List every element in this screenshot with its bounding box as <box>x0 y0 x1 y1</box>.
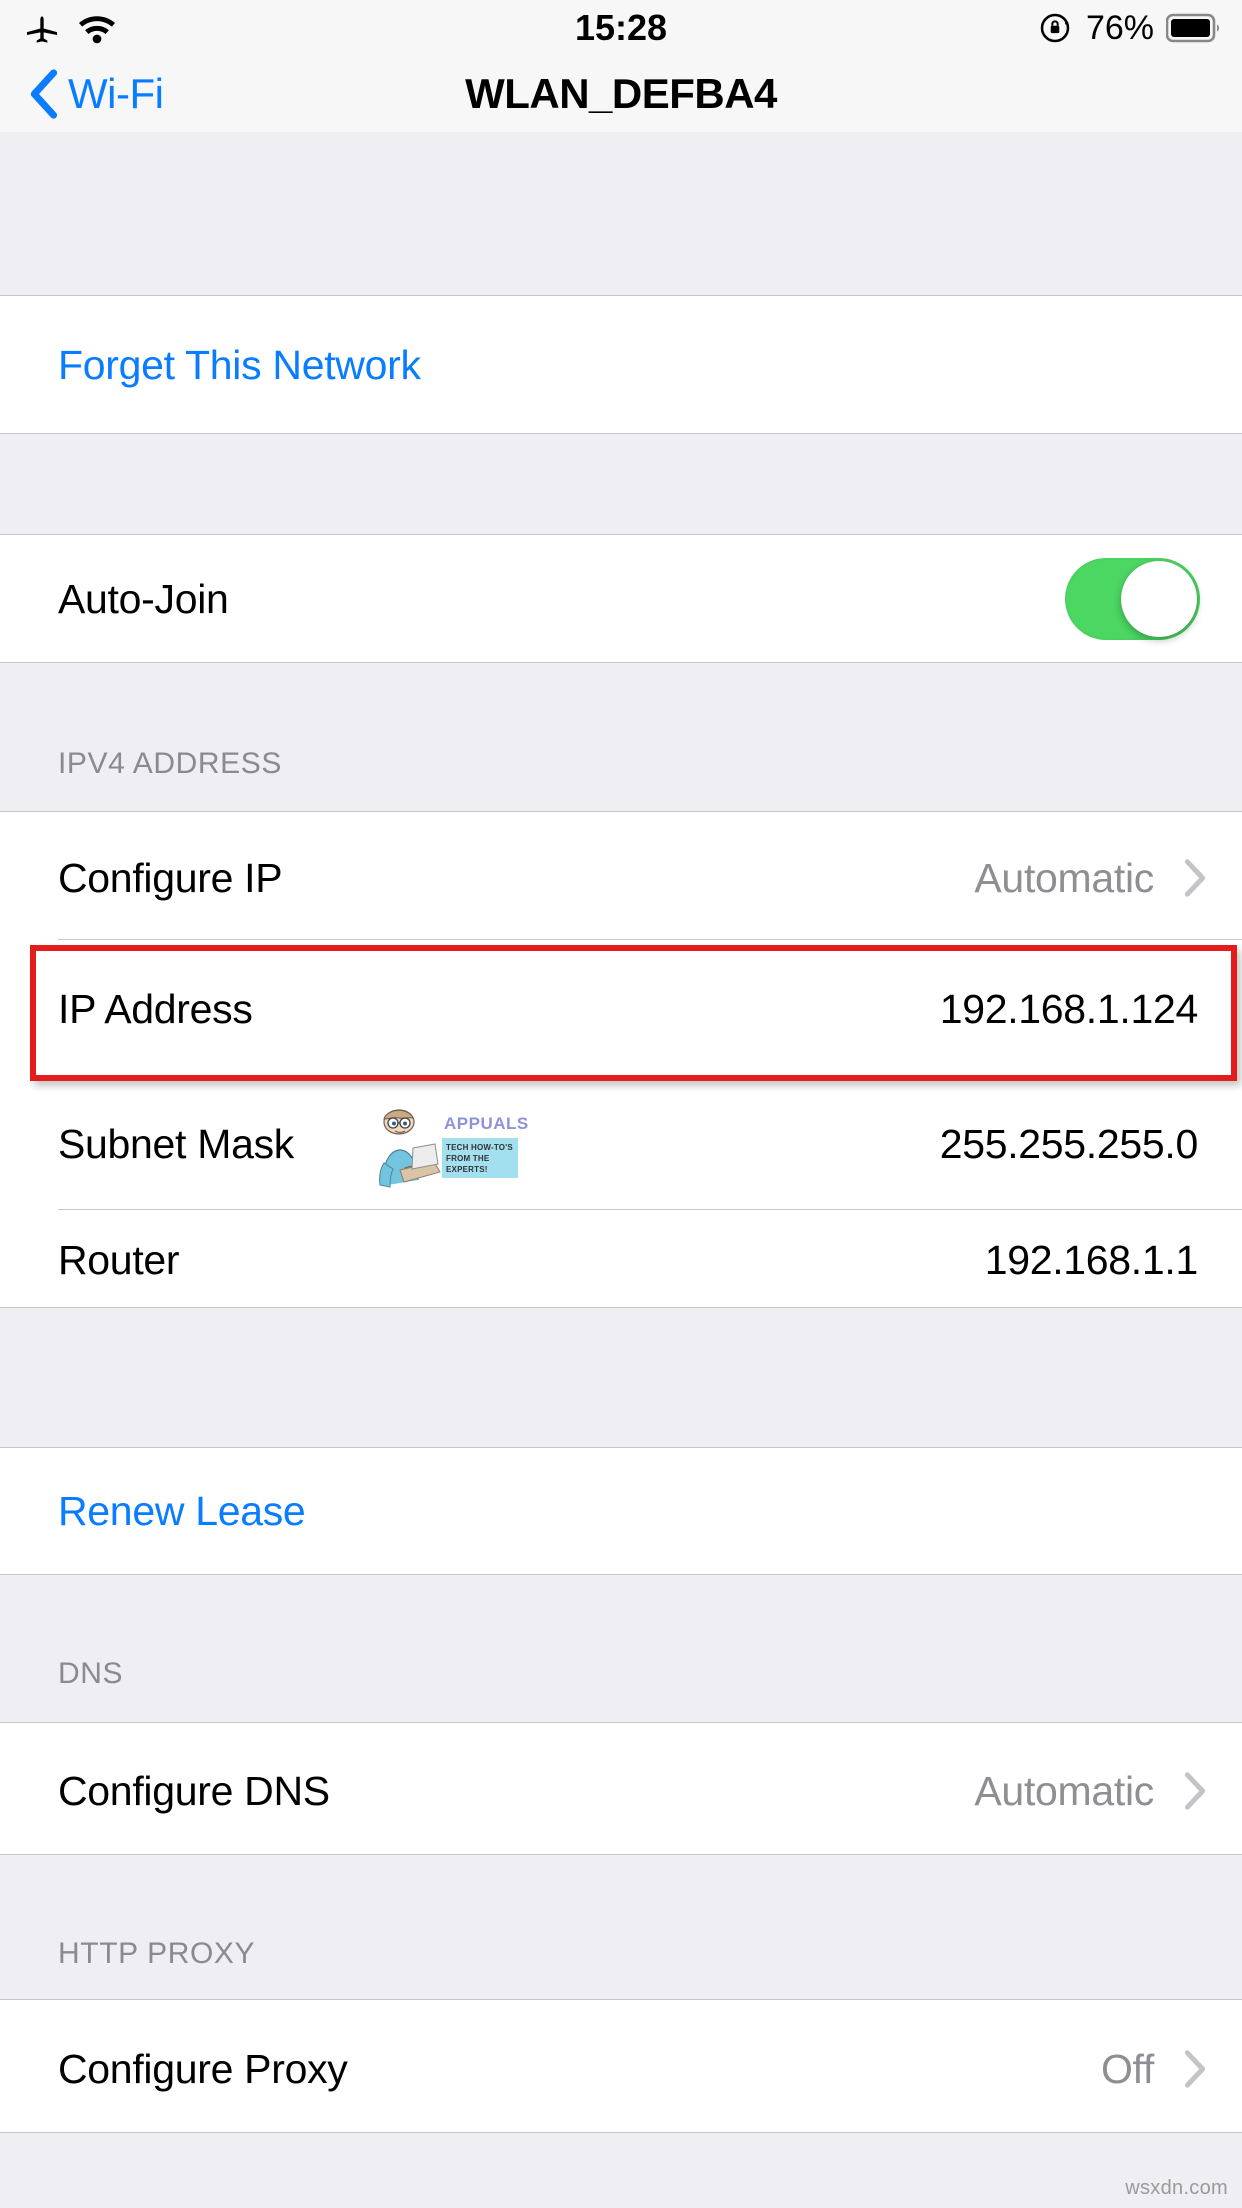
router-label: Router <box>58 1237 180 1283</box>
subnet-mask-value: 255.255.255.0 <box>939 1121 1199 1167</box>
ipv4-header-band: IPV4 ADDRESS <box>0 663 1242 812</box>
configure-dns-label: Configure DNS <box>58 1768 330 1814</box>
status-bar-right: 76% <box>1036 0 1222 56</box>
configure-ip-value: Automatic <box>974 855 1154 901</box>
forget-network-label: Forget This Network <box>58 341 421 388</box>
site-credit: wsxdn.com <box>1125 2177 1228 2199</box>
ip-address-label: IP Address <box>58 986 253 1032</box>
status-bar-clock: 15:28 <box>574 7 668 48</box>
dns-section: Configure DNS Automatic <box>0 1723 1242 1855</box>
renew-lease-section: Renew Lease <box>0 1448 1242 1575</box>
autojoin-row[interactable]: Auto-Join <box>0 535 1242 663</box>
row-subnet-mask[interactable]: Subnet Mask 255.255.255.0 <box>0 1075 1242 1210</box>
rotation-lock-icon <box>1036 9 1074 47</box>
row-ip-address[interactable]: IP Address 192.168.1.124 <box>0 940 1242 1075</box>
chevron-right-icon <box>1182 1770 1208 1812</box>
forget-network-row[interactable]: Forget This Network <box>0 296 1242 434</box>
ip-address-value: 192.168.1.124 <box>939 986 1199 1032</box>
renew-lease-row[interactable]: Renew Lease <box>0 1448 1242 1575</box>
ipv4-section-header: IPV4 ADDRESS <box>58 747 282 780</box>
group-gap-renew <box>0 1308 1242 1448</box>
chevron-right-icon <box>1182 2048 1208 2090</box>
row-router[interactable]: Router 192.168.1.1 <box>0 1210 1242 1308</box>
router-value: 192.168.1.1 <box>984 1237 1199 1283</box>
dns-section-header: DNS <box>58 1657 124 1690</box>
row-configure-proxy[interactable]: Configure Proxy Off <box>0 2000 1242 2133</box>
proxy-header-band: HTTP PROXY <box>0 1855 1242 2000</box>
proxy-section-header: HTTP PROXY <box>58 1937 256 1970</box>
chevron-right-icon <box>1182 857 1208 899</box>
row-configure-dns[interactable]: Configure DNS Automatic <box>0 1723 1242 1855</box>
footer-band: wsxdn.com <box>0 2133 1242 2208</box>
battery-percent-label: 76% <box>1085 8 1154 47</box>
battery-icon <box>1166 13 1222 43</box>
status-bar: 15:28 76% <box>0 0 1242 56</box>
group-gap-top <box>0 132 1242 296</box>
configure-proxy-value: Off <box>1100 2046 1154 2092</box>
dns-header-band: DNS <box>0 1575 1242 1723</box>
row-configure-ip[interactable]: Configure IP Automatic <box>0 812 1242 940</box>
subnet-mask-label: Subnet Mask <box>58 1121 294 1167</box>
ipv4-section: Configure IP Automatic IP Address 192.16… <box>0 812 1242 1308</box>
ios-wifi-detail-screen: 15:28 76% Wi-Fi WLAN_DEFBA4 Forget This … <box>0 0 1242 2208</box>
proxy-section: Configure Proxy Off <box>0 2000 1242 2133</box>
page-title: WLAN_DEFBA4 <box>465 70 777 117</box>
forget-network-section: Forget This Network <box>0 296 1242 434</box>
configure-proxy-label: Configure Proxy <box>58 2046 348 2092</box>
autojoin-label: Auto-Join <box>58 575 229 622</box>
group-gap-autojoin <box>0 434 1242 535</box>
configure-ip-label: Configure IP <box>58 855 283 901</box>
autojoin-toggle[interactable] <box>1065 558 1200 640</box>
renew-lease-label: Renew Lease <box>58 1488 306 1534</box>
configure-dns-value: Automatic <box>974 1768 1154 1814</box>
autojoin-section: Auto-Join <box>0 535 1242 663</box>
navigation-bar: Wi-Fi WLAN_DEFBA4 <box>0 56 1242 132</box>
toggle-knob <box>1121 561 1197 637</box>
